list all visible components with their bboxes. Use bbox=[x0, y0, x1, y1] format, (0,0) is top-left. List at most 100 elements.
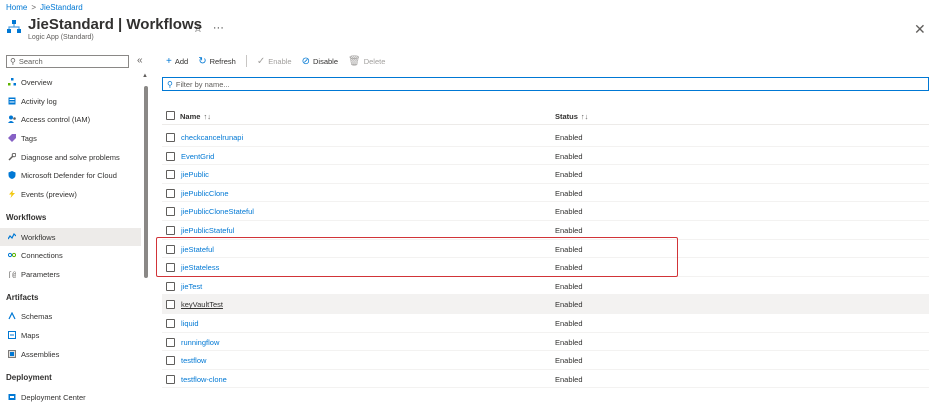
sidebar-scrollbar[interactable] bbox=[144, 86, 148, 278]
workflow-name-link[interactable]: jieTest bbox=[181, 282, 202, 291]
sidebar-item-label: Assemblies bbox=[21, 349, 60, 359]
table-row[interactable]: checkcancelrunapi Enabled bbox=[162, 128, 929, 147]
sidebar-item-overview[interactable]: Overview bbox=[0, 73, 141, 91]
table-row[interactable]: jiePublic Enabled bbox=[162, 165, 929, 184]
page-header: JieStandard | Workflows Logic App (Stand… bbox=[6, 16, 202, 41]
filter-placeholder: Filter by name... bbox=[175, 79, 230, 89]
tag-icon bbox=[8, 134, 16, 142]
sidebar-item-defender[interactable]: Microsoft Defender for Cloud bbox=[0, 166, 141, 184]
workflow-name-link[interactable]: jiePublic bbox=[181, 170, 209, 179]
workflow-status: Enabled bbox=[555, 281, 583, 291]
workflow-name-link[interactable]: keyVaultTest bbox=[181, 300, 223, 309]
table-row[interactable]: jiePublicStateful Enabled bbox=[162, 221, 929, 240]
table-header: Name ↑↓ Status ↑↓ bbox=[162, 108, 929, 125]
maps-icon bbox=[8, 331, 16, 339]
table-row[interactable]: testflow-clone Enabled bbox=[162, 370, 929, 389]
enable-button[interactable]: ✓ Enable bbox=[257, 56, 292, 67]
column-status-label: Status bbox=[555, 112, 578, 121]
row-checkbox[interactable] bbox=[166, 207, 175, 217]
page-title: JieStandard | Workflows bbox=[28, 16, 202, 33]
refresh-button[interactable]: ↻ Refresh bbox=[198, 56, 236, 67]
row-checkbox[interactable] bbox=[166, 244, 175, 254]
row-checkbox[interactable] bbox=[166, 356, 175, 366]
table-row[interactable]: liquid Enabled bbox=[162, 314, 929, 333]
row-checkbox[interactable] bbox=[166, 263, 175, 273]
table-row[interactable]: keyVaultTest Enabled bbox=[162, 295, 929, 314]
command-bar: + Add ↻ Refresh ✓ Enable ⊘ Disable 🗑 Del… bbox=[166, 55, 395, 67]
row-checkbox[interactable] bbox=[166, 226, 175, 235]
workflow-name-link[interactable]: jieStateless bbox=[181, 263, 219, 272]
sidebar-item-assemblies[interactable]: Assemblies bbox=[0, 345, 141, 363]
sidebar-search-input[interactable]: ⚲ Search bbox=[6, 55, 129, 68]
breadcrumb: Home > JieStandard bbox=[6, 3, 83, 12]
sidebar-item-parameters[interactable]: [@] Parameters bbox=[0, 265, 141, 283]
sidebar-item-label: Maps bbox=[21, 330, 40, 340]
shield-icon bbox=[8, 171, 16, 179]
sidebar-item-label: Workflows bbox=[21, 232, 56, 242]
workflow-name-link[interactable]: checkcancelrunapi bbox=[181, 133, 243, 142]
delete-label: Delete bbox=[363, 56, 386, 66]
sidebar-item-access-control[interactable]: Access control (IAM) bbox=[0, 110, 141, 128]
logic-app-icon bbox=[7, 20, 21, 33]
add-label: Add bbox=[174, 56, 189, 66]
sidebar-item-schemas[interactable]: Schemas bbox=[0, 307, 141, 325]
workflow-name-link[interactable]: liquid bbox=[181, 319, 199, 328]
sidebar-item-deployment-center[interactable]: Deployment Center bbox=[0, 388, 141, 406]
sidebar-item-activity-log[interactable]: Activity log bbox=[0, 92, 141, 110]
table-row[interactable]: jiePublicClone Enabled bbox=[162, 184, 929, 203]
row-checkbox[interactable] bbox=[166, 300, 175, 310]
row-checkbox[interactable] bbox=[166, 170, 175, 180]
table-row[interactable]: jieStateless Enabled bbox=[162, 258, 929, 277]
workflow-name-link[interactable]: testflow-clone bbox=[181, 375, 227, 384]
table-row[interactable]: testflow Enabled bbox=[162, 351, 929, 370]
table-row[interactable]: runningflow Enabled bbox=[162, 333, 929, 352]
column-header-name[interactable]: Name ↑↓ bbox=[180, 112, 211, 121]
sidebar-item-events[interactable]: Events (preview) bbox=[0, 185, 141, 203]
workflow-name-link[interactable]: jiePublicStateful bbox=[181, 226, 234, 235]
row-checkbox[interactable] bbox=[166, 337, 175, 347]
lightning-icon bbox=[9, 190, 15, 198]
scroll-up-icon[interactable]: ▲ bbox=[142, 73, 148, 79]
toolbar-divider bbox=[245, 55, 247, 67]
sidebar-item-connections[interactable]: Connections bbox=[0, 246, 141, 264]
table-row[interactable]: jiePublicCloneStateful Enabled bbox=[162, 202, 929, 221]
close-icon[interactable]: ✕ bbox=[914, 21, 926, 38]
workflow-status: Enabled bbox=[555, 337, 583, 347]
workflow-name-link[interactable]: EventGrid bbox=[181, 152, 214, 161]
star-outline-icon[interactable]: ☆ bbox=[193, 22, 203, 35]
workflow-name-link[interactable]: runningflow bbox=[181, 338, 219, 347]
row-checkbox[interactable] bbox=[166, 319, 175, 328]
breadcrumb-separator: > bbox=[31, 3, 37, 12]
sidebar-item-maps[interactable]: Maps bbox=[0, 326, 141, 344]
row-checkbox[interactable] bbox=[166, 374, 175, 384]
workflow-name-link[interactable]: jiePublicClone bbox=[181, 189, 229, 198]
table-row[interactable]: jieStateful Enabled bbox=[162, 240, 929, 259]
trash-icon: 🗑 bbox=[348, 55, 361, 67]
table-row[interactable]: jieTest Enabled bbox=[162, 277, 929, 296]
select-all-checkbox[interactable] bbox=[166, 111, 175, 120]
schemas-icon bbox=[8, 312, 16, 320]
row-checkbox[interactable] bbox=[166, 133, 175, 142]
sidebar-item-workflows[interactable]: Workflows bbox=[0, 228, 141, 246]
overview-icon bbox=[8, 78, 16, 86]
connections-icon bbox=[8, 252, 16, 258]
workflow-name-link[interactable]: testflow bbox=[181, 356, 206, 365]
delete-button[interactable]: 🗑 Delete bbox=[348, 56, 385, 67]
filter-input[interactable]: ⚲ Filter by name... bbox=[162, 77, 929, 91]
table-row[interactable]: EventGrid Enabled bbox=[162, 147, 929, 166]
sidebar-item-tags[interactable]: Tags bbox=[0, 129, 141, 147]
collapse-sidebar-icon[interactable]: « bbox=[137, 55, 143, 66]
sidebar-section-deployment: Deployment bbox=[6, 373, 52, 382]
more-options-icon[interactable]: ··· bbox=[213, 22, 224, 35]
workflow-name-link[interactable]: jiePublicCloneStateful bbox=[181, 207, 254, 216]
breadcrumb-home[interactable]: Home bbox=[6, 3, 27, 12]
column-header-status[interactable]: Status ↑↓ bbox=[555, 112, 588, 121]
add-button[interactable]: + Add bbox=[166, 56, 188, 67]
row-checkbox[interactable] bbox=[166, 281, 175, 291]
row-checkbox[interactable] bbox=[166, 188, 175, 198]
sidebar-item-diagnose[interactable]: Diagnose and solve problems bbox=[0, 148, 141, 166]
workflow-name-link[interactable]: jieStateful bbox=[181, 245, 214, 254]
row-checkbox[interactable] bbox=[166, 151, 175, 161]
breadcrumb-current[interactable]: JieStandard bbox=[40, 3, 83, 12]
disable-button[interactable]: ⊘ Disable bbox=[302, 56, 338, 67]
